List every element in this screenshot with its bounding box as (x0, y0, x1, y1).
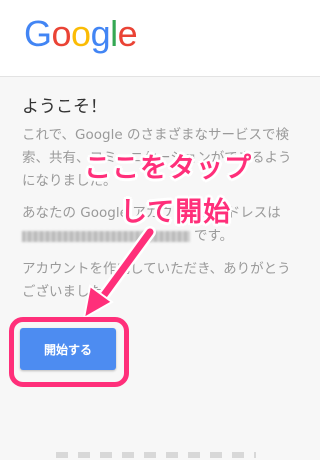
annotation-arrow-icon (82, 226, 156, 320)
start-button[interactable]: 開始する (20, 328, 116, 370)
footer-fade (56, 452, 256, 458)
